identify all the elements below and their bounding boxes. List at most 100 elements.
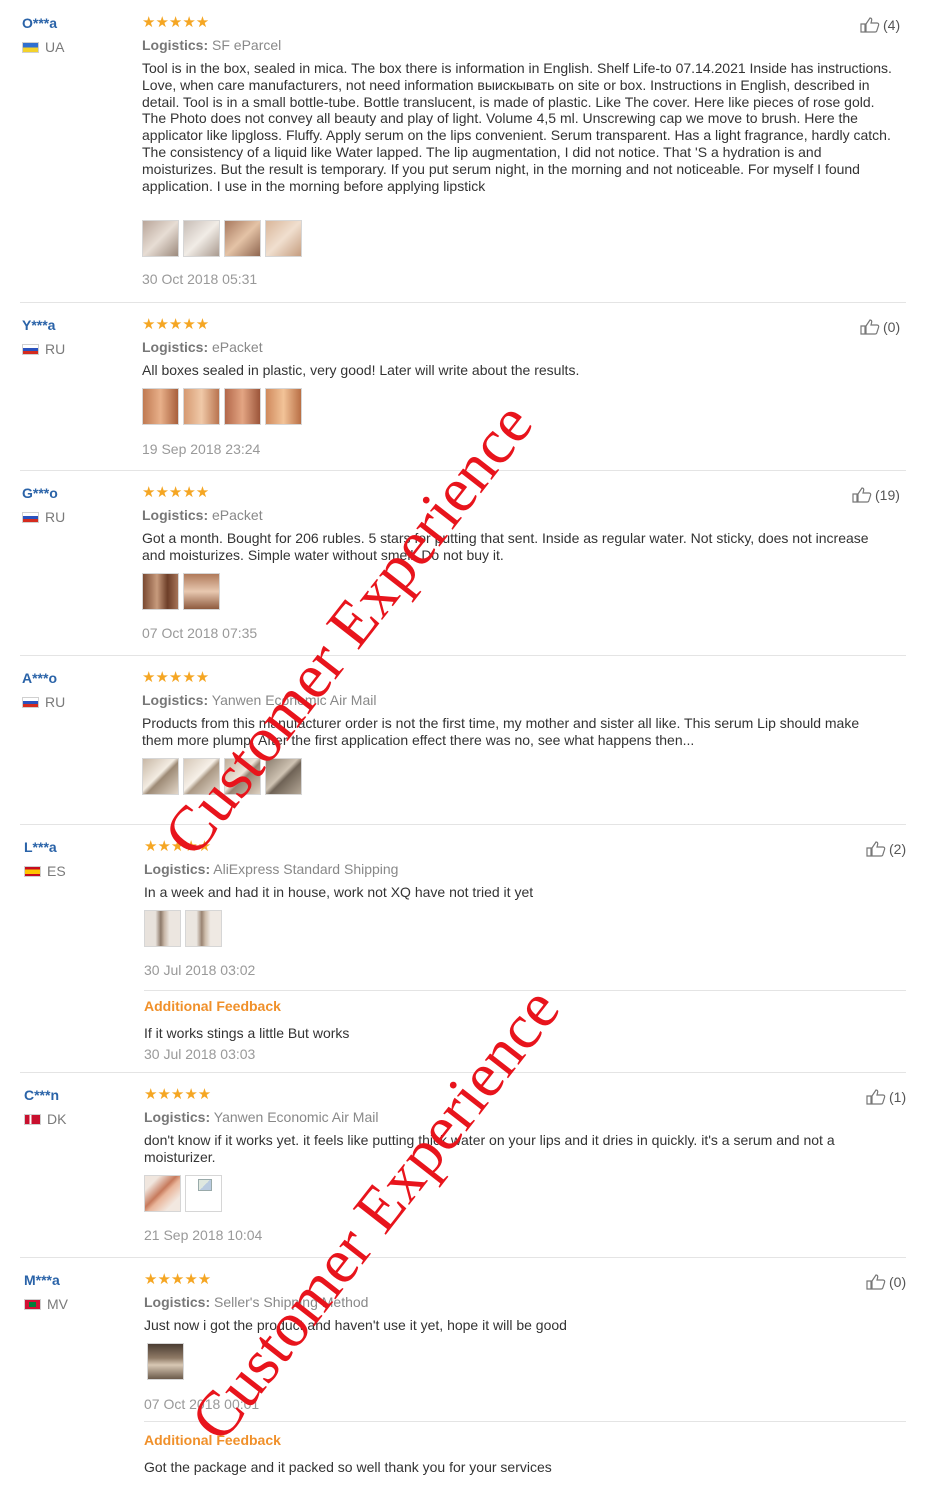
buyer-country: RU [22,341,65,357]
rating-stars: ★★★★★ [142,316,210,333]
additional-feedback-divider [144,990,906,991]
review-photo[interactable] [224,758,261,795]
rating-stars: ★★★★★ [142,484,210,501]
rating-stars: ★★★★★ [144,1271,212,1288]
buyer-name[interactable]: L***a [24,839,57,855]
review-photos [142,388,302,425]
thumbs-up-icon [852,487,872,503]
helpful-button[interactable]: (19) [852,487,900,503]
rating-stars: ★★★★★ [142,14,210,31]
review-date: 07 Oct 2018 00:01 [144,1396,260,1412]
buyer-name[interactable]: O***a [22,15,57,31]
buyer-name[interactable]: Y***a [22,317,55,333]
flag-mv-icon [24,1298,41,1310]
review-photos [142,758,302,795]
review-photo[interactable] [144,1175,181,1212]
thumbs-up-icon [860,319,880,335]
buyer-country: RU [22,509,65,525]
broken-image-icon [198,1179,212,1191]
flag-ua-icon [22,41,39,53]
buyer-country: MV [24,1296,68,1312]
additional-feedback-label: Additional Feedback [144,1432,281,1448]
logistics-info: Logistics: Seller's Shipping Method [144,1294,369,1310]
flag-ru-icon [22,696,39,708]
additional-feedback-label: Additional Feedback [144,998,281,1014]
review-photo[interactable] [144,910,181,947]
logistics-info: Logistics: AliExpress Standard Shipping [144,861,399,877]
rating-stars: ★★★★★ [144,838,212,855]
buyer-name[interactable]: A***o [22,670,57,686]
review-photo[interactable] [142,220,179,257]
additional-feedback-text: If it works stings a little But works [144,1025,350,1041]
review-photo[interactable] [265,388,302,425]
helpful-button[interactable]: (2) [866,841,906,857]
review-photo[interactable] [185,910,222,947]
review-photo[interactable] [183,573,220,610]
buyer-name[interactable]: M***a [24,1272,60,1288]
review-photo[interactable] [183,220,220,257]
review-date: 07 Oct 2018 07:35 [142,625,258,641]
review-date: 30 Jul 2018 03:02 [144,962,256,978]
review-photos [147,1343,184,1380]
review-photo[interactable] [142,573,179,610]
flag-dk-icon [24,1113,41,1125]
review-divider [20,302,906,303]
thumbs-up-icon [866,1089,886,1105]
buyer-country: RU [22,694,65,710]
review-date: 19 Sep 2018 23:24 [142,441,261,457]
review-divider [20,824,906,825]
review-photo[interactable] [265,220,302,257]
review-photo-broken[interactable] [185,1175,222,1212]
review-photos [142,220,302,257]
review-photo[interactable] [142,758,179,795]
review-date: 21 Sep 2018 10:04 [144,1227,263,1243]
flag-ru-icon [22,511,39,523]
review-photos [142,573,220,610]
buyer-name[interactable]: C***n [24,1087,59,1103]
rating-stars: ★★★★★ [144,1086,212,1103]
logistics-info: Logistics: ePacket [142,339,263,355]
rating-stars: ★★★★★ [142,669,210,686]
logistics-info: Logistics: SF eParcel [142,37,282,53]
buyer-country: DK [24,1111,66,1127]
review-divider [20,1257,906,1258]
thumbs-up-icon [860,17,880,33]
review-photos [144,1175,222,1212]
review-text: Tool is in the box, sealed in mica. The … [142,60,892,194]
review-photo[interactable] [224,388,261,425]
logistics-info: Logistics: Yanwen Economic Air Mail [142,692,377,708]
flag-es-icon [24,865,41,877]
buyer-country: ES [24,863,66,879]
review-text: Just now i got the product and haven't u… [144,1317,567,1333]
helpful-button[interactable]: (0) [866,1274,906,1290]
thumbs-up-icon [866,841,886,857]
review-divider [20,1072,906,1073]
review-text: Products from this manufacturer order is… [142,715,860,748]
review-date: 30 Oct 2018 05:31 [142,271,258,287]
helpful-button[interactable]: (0) [860,319,900,335]
review-photo[interactable] [183,758,220,795]
logistics-info: Logistics: Yanwen Economic Air Mail [144,1109,379,1125]
additional-feedback-divider [144,1421,906,1422]
thumbs-up-icon [866,1274,886,1290]
review-photo[interactable] [183,388,220,425]
review-photo[interactable] [224,220,261,257]
review-text: don't know if it works yet. it feels lik… [144,1132,835,1165]
review-text: All boxes sealed in plastic, very good! … [142,362,580,378]
additional-feedback-date: 30 Jul 2018 03:03 [144,1046,256,1062]
review-divider [20,470,906,471]
flag-ru-icon [22,343,39,355]
helpful-button[interactable]: (4) [860,17,900,33]
review-text: In a week and had it in house, work not … [144,884,534,900]
buyer-name[interactable]: G***o [22,485,58,501]
review-photos [144,910,222,947]
logistics-info: Logistics: ePacket [142,507,263,523]
additional-feedback-text: Got the package and it packed so well th… [144,1459,552,1475]
review-photo[interactable] [147,1343,184,1380]
review-photo[interactable] [142,388,179,425]
review-text: Got a month. Bought for 206 rubles. 5 st… [142,530,869,563]
buyer-country: UA [22,39,64,55]
review-photo[interactable] [265,758,302,795]
review-divider [20,655,906,656]
helpful-button[interactable]: (1) [866,1089,906,1105]
